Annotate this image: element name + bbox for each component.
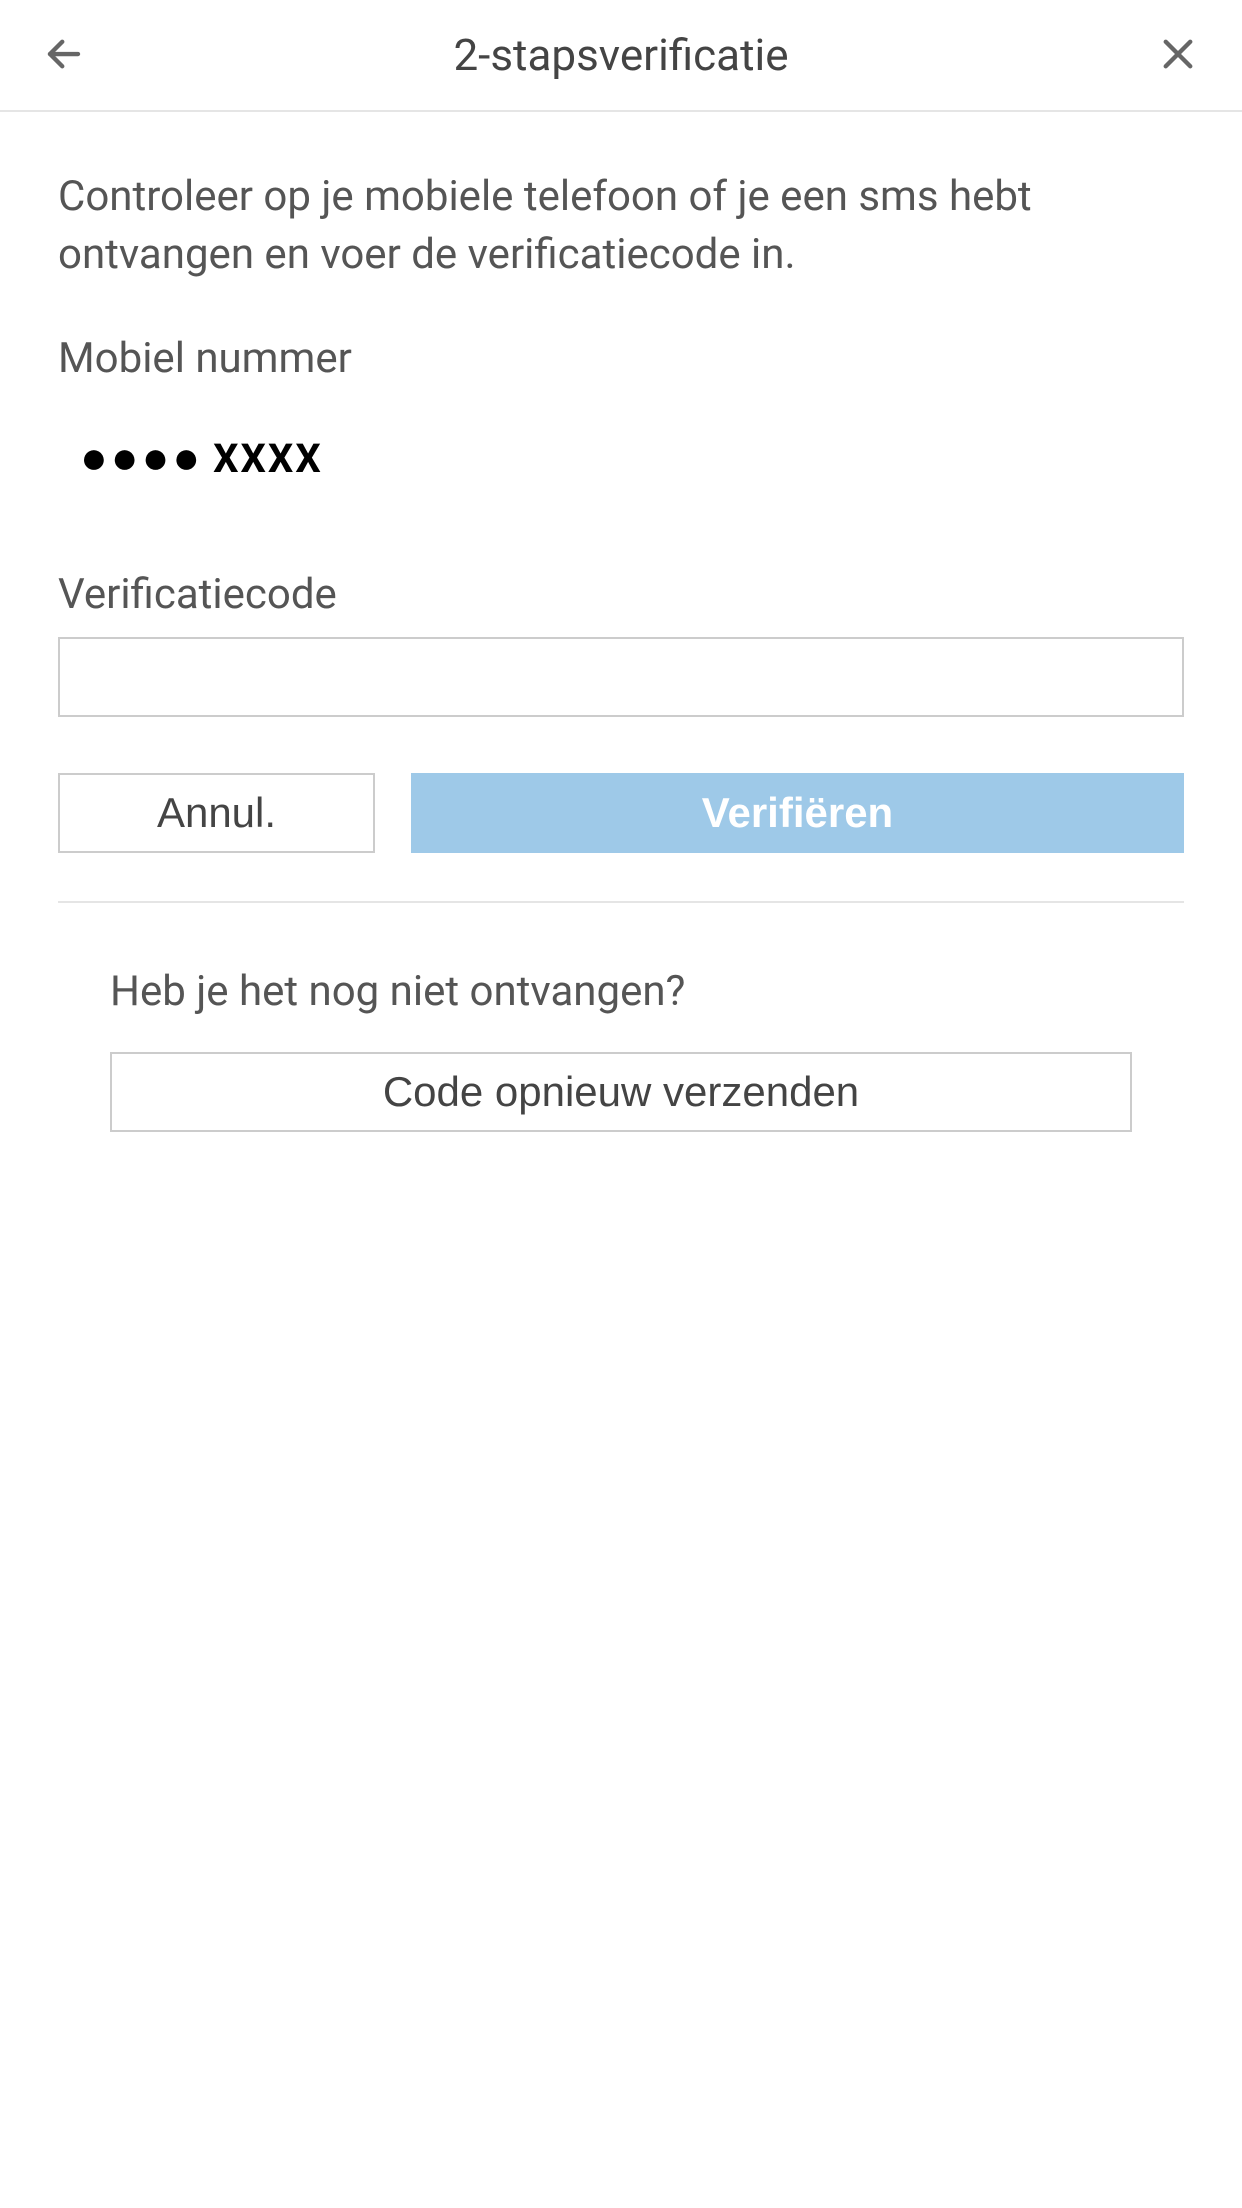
verification-code-input[interactable] bbox=[58, 637, 1184, 717]
resend-section: Heb je het nog niet ontvangen? Code opni… bbox=[58, 967, 1184, 1132]
resend-code-button[interactable]: Code opnieuw verzenden bbox=[110, 1052, 1132, 1132]
resend-prompt: Heb je het nog niet ontvangen? bbox=[110, 967, 1132, 1016]
button-row: Annul. Verifiëren bbox=[58, 773, 1184, 853]
arrow-left-icon bbox=[43, 33, 85, 78]
mobile-number-mask-dots: ●●●● bbox=[80, 435, 203, 481]
main-content: Controleer op je mobiele telefoon of je … bbox=[0, 112, 1242, 1132]
close-icon bbox=[1157, 33, 1199, 78]
verification-code-label: Verificatiecode bbox=[58, 570, 1184, 619]
back-button[interactable] bbox=[40, 31, 88, 79]
mobile-number-value: ●●●● XXXX bbox=[58, 407, 1184, 510]
page-title: 2-stapsverificatie bbox=[88, 29, 1154, 81]
divider bbox=[58, 901, 1184, 903]
mobile-number-mask-x: XXXX bbox=[213, 435, 323, 482]
instruction-text: Controleer op je mobiele telefoon of je … bbox=[58, 168, 1184, 284]
cancel-button[interactable]: Annul. bbox=[58, 773, 375, 853]
header: 2-stapsverificatie bbox=[0, 0, 1242, 112]
verify-button[interactable]: Verifiëren bbox=[411, 773, 1184, 853]
mobile-number-label: Mobiel nummer bbox=[58, 334, 1184, 383]
close-button[interactable] bbox=[1154, 31, 1202, 79]
